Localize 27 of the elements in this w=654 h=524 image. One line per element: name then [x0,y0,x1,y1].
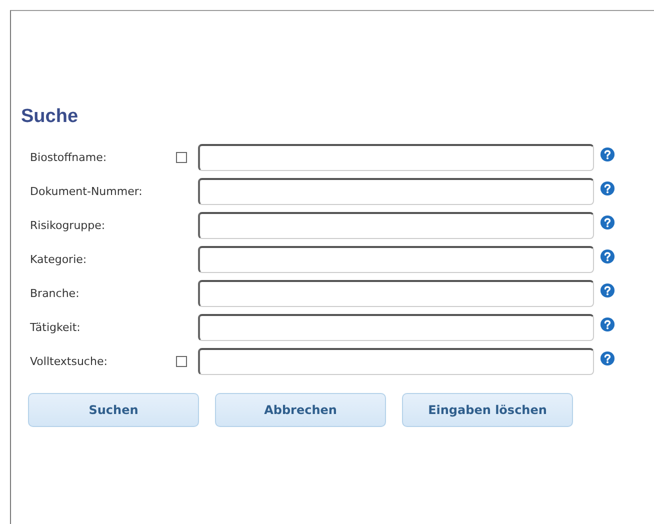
input-field[interactable] [198,144,594,171]
input-field[interactable] [198,246,594,273]
input-field[interactable] [198,178,594,205]
field-label: Risikogruppe: [29,219,106,232]
input-field[interactable] [198,314,594,341]
input-field[interactable] [198,348,594,375]
help-icon[interactable] [600,215,615,230]
help-icon[interactable] [600,283,615,298]
field-label: Dokument-Nummer: [29,185,144,198]
checkbox[interactable] [176,152,187,163]
field-label: Volltextsuche: [29,355,108,368]
field-label: Kategorie: [29,253,88,266]
form-button[interactable]: Abbrechen [215,393,386,427]
form-button[interactable]: Eingaben löschen [402,393,573,427]
help-icon[interactable] [600,351,615,366]
help-icon[interactable] [600,181,615,196]
help-icon[interactable] [600,249,615,264]
form-button[interactable]: Suchen [28,393,199,427]
input-field[interactable] [198,212,594,239]
help-icon[interactable] [600,317,615,332]
field-label: Tätigkeit: [29,321,82,334]
field-label: Biostoffname: [29,151,108,164]
input-field[interactable] [198,280,594,307]
checkbox[interactable] [176,356,187,367]
field-label: Branche: [29,287,80,300]
help-icon[interactable] [600,147,615,162]
section-title: Suche [21,106,80,128]
